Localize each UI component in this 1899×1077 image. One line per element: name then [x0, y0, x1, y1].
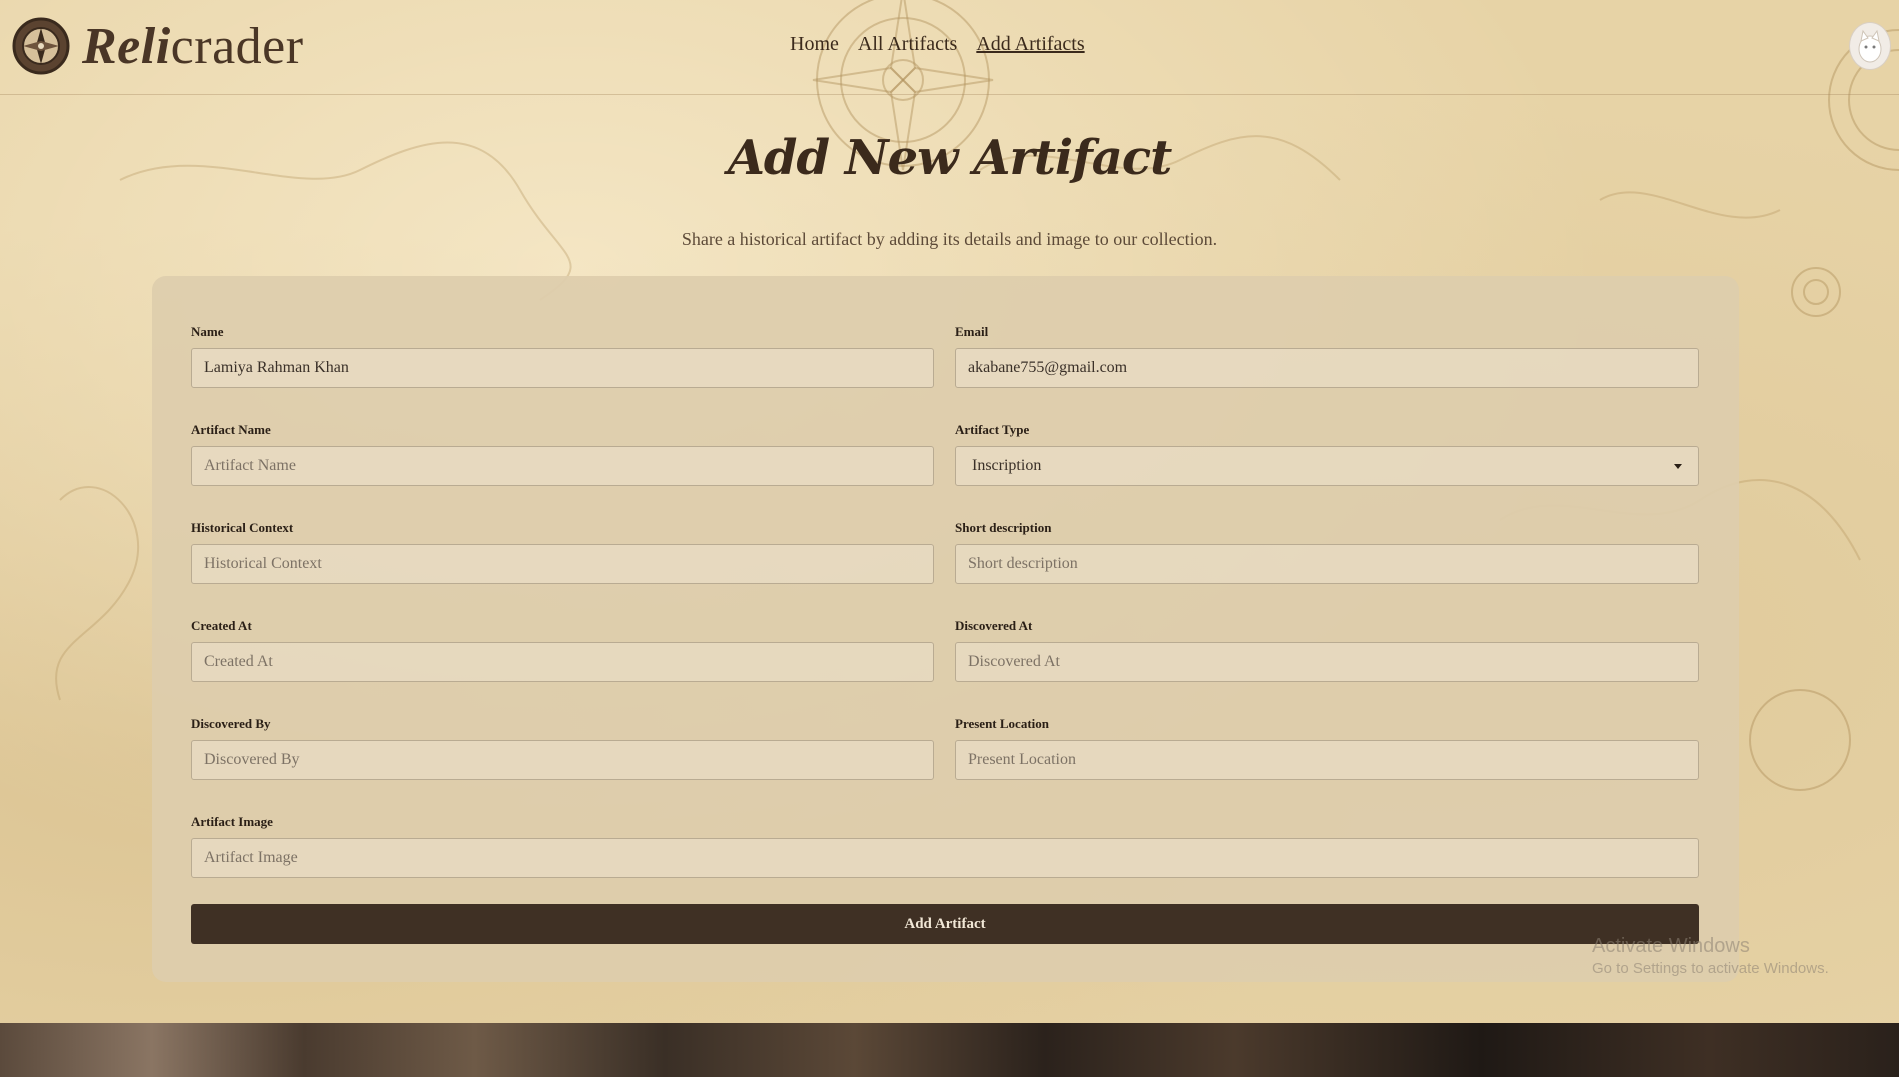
- add-artifact-form: Name Lamiya Rahman Khan Email akabane755…: [152, 276, 1739, 982]
- watermark-line-2: Go to Settings to activate Windows.: [1592, 960, 1829, 977]
- discovered-at-field-group: Discovered At Discovered At: [955, 618, 1699, 682]
- name-label: Name: [191, 324, 224, 339]
- email-label: Email: [955, 324, 989, 339]
- historical-context-input[interactable]: Historical Context: [191, 544, 934, 584]
- name-field-group: Name Lamiya Rahman Khan: [191, 324, 934, 388]
- chevron-down-icon: [1674, 463, 1682, 469]
- cat-avatar-icon: [1858, 29, 1882, 63]
- brand-name: Relicrader: [82, 17, 304, 75]
- historical-context-label: Historical Context: [191, 520, 294, 535]
- artifact-name-label: Artifact Name: [191, 422, 271, 437]
- watermark-line-1: Activate Windows: [1592, 935, 1750, 957]
- discovered-at-label: Discovered At: [955, 618, 1033, 633]
- artifact-image-field-group: Artifact Image Artifact Image: [191, 814, 1699, 878]
- discovered-by-input[interactable]: Discovered By: [191, 740, 934, 780]
- nav-link-home[interactable]: Home: [790, 33, 839, 56]
- compass-icon: [12, 17, 70, 75]
- present-location-input[interactable]: Present Location: [955, 740, 1699, 780]
- user-avatar[interactable]: [1849, 22, 1891, 70]
- page-title: Add New Artifact: [727, 130, 1173, 186]
- footer-banner-image: [0, 1023, 1899, 1077]
- name-input[interactable]: Lamiya Rahman Khan: [191, 348, 934, 388]
- created-at-field-group: Created At Created At: [191, 618, 934, 682]
- artifact-name-input[interactable]: Artifact Name: [191, 446, 934, 486]
- discovered-by-label: Discovered By: [191, 716, 271, 731]
- created-at-label: Created At: [191, 618, 252, 633]
- artifact-type-select[interactable]: Inscription: [955, 446, 1699, 486]
- main-nav: Home All Artifacts Add Artifacts: [790, 33, 1085, 56]
- artifact-image-label: Artifact Image: [191, 814, 273, 829]
- created-at-input[interactable]: Created At: [191, 642, 934, 682]
- site-header: Relicrader Home All Artifacts Add Artifa…: [0, 0, 1899, 95]
- artifact-type-field-group: Artifact Type Inscription: [955, 422, 1699, 486]
- short-description-input[interactable]: Short description: [955, 544, 1699, 584]
- artifact-name-field-group: Artifact Name Artifact Name: [191, 422, 934, 486]
- email-input[interactable]: akabane755@gmail.com: [955, 348, 1699, 388]
- email-field-group: Email akabane755@gmail.com: [955, 324, 1699, 388]
- present-location-field-group: Present Location Present Location: [955, 716, 1699, 780]
- historical-context-field-group: Historical Context Historical Context: [191, 520, 934, 584]
- nav-link-add-artifacts[interactable]: Add Artifacts: [976, 33, 1084, 56]
- artifact-type-value: Inscription: [972, 457, 1042, 474]
- discovered-by-field-group: Discovered By Discovered By: [191, 716, 934, 780]
- windows-activation-watermark: Activate Windows Go to Settings to activ…: [1592, 935, 1829, 977]
- artifact-type-label: Artifact Type: [955, 422, 1030, 437]
- nav-link-all-artifacts[interactable]: All Artifacts: [858, 33, 957, 56]
- short-description-field-group: Short description Short description: [955, 520, 1699, 584]
- artifact-image-input[interactable]: Artifact Image: [191, 838, 1699, 878]
- discovered-at-input[interactable]: Discovered At: [955, 642, 1699, 682]
- page-subtitle: Share a historical artifact by adding it…: [681, 229, 1218, 249]
- present-location-label: Present Location: [955, 716, 1049, 731]
- add-artifact-button[interactable]: Add Artifact: [191, 904, 1699, 944]
- short-description-label: Short description: [955, 520, 1052, 535]
- brand-logo[interactable]: Relicrader: [10, 14, 304, 78]
